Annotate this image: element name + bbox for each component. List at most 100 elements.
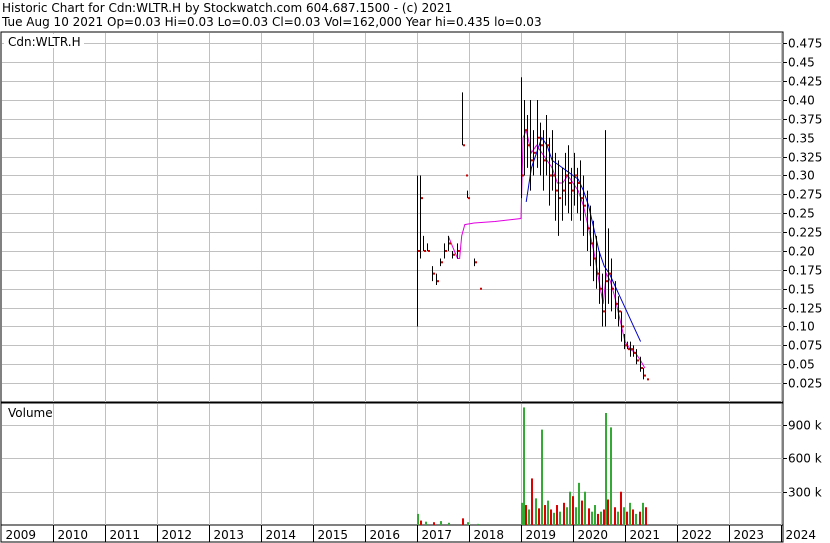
volume-bar (632, 509, 634, 525)
volume-bar (610, 427, 612, 525)
volume-bar (425, 521, 427, 525)
y-tick-label: 0.125 (788, 302, 822, 316)
volume-bar (440, 521, 442, 525)
y-tick-label: 0.45 (788, 56, 815, 70)
volume-y-tick-label: 600 k (788, 452, 822, 466)
price-close-mark (591, 242, 593, 245)
y-tick-label: 0.475 (788, 37, 822, 51)
y-tick-label: 0.40 (788, 94, 815, 108)
price-close-mark (437, 280, 439, 283)
x-tick-label: 2012 (162, 528, 193, 542)
volume-bar (420, 520, 422, 525)
price-close-mark (578, 182, 580, 185)
price-panel-frame (0, 31, 784, 403)
volume-bar (538, 508, 540, 525)
price-close-mark (525, 129, 527, 132)
price-close-mark (544, 159, 546, 162)
price-close-mark (594, 257, 596, 260)
price-close-mark (647, 378, 649, 381)
x-tick-label: 2011 (110, 528, 141, 542)
price-close-mark (468, 197, 470, 200)
y-tick-label: 0.175 (788, 264, 822, 278)
price-close-mark (449, 242, 451, 245)
price-close-mark (563, 189, 565, 192)
price-close-mark (547, 144, 549, 147)
price-close-mark (522, 174, 524, 177)
volume-panel-frame (0, 402, 784, 526)
x-tick-label: 2021 (630, 528, 661, 542)
volume-bar (541, 429, 543, 525)
price-close-mark (428, 249, 430, 252)
volume-bar (569, 491, 571, 525)
price-close-mark (538, 136, 540, 139)
volume-bar (617, 511, 619, 525)
y-tick-label: 0.30 (788, 169, 815, 183)
volume-bar (531, 478, 533, 525)
price-close-mark (418, 249, 420, 252)
price-panel-label: Cdn:WLTR.H (8, 35, 81, 49)
price-close-mark (421, 197, 423, 200)
price-close-mark (433, 272, 435, 275)
price-close-mark (559, 197, 561, 200)
price-close-mark (603, 310, 605, 313)
price-close-mark (581, 197, 583, 200)
volume-bar (467, 522, 469, 525)
price-close-mark (575, 174, 577, 177)
volume-bar (563, 502, 565, 525)
price-close-mark (634, 351, 636, 354)
volume-bar (550, 509, 552, 525)
price-close-mark (628, 348, 630, 351)
price-close-mark (424, 249, 426, 252)
price-close-mark (480, 287, 482, 290)
volume-bar (544, 505, 546, 525)
price-close-mark (622, 325, 624, 328)
volume-bar (594, 505, 596, 525)
price-close-mark (616, 302, 618, 305)
volume-y-tick-label: 900 k (788, 419, 822, 433)
volume-bar (607, 499, 609, 525)
chart-title: Historic Chart for Cdn:WLTR.H by Stockwa… (2, 1, 452, 15)
x-tick-label: 2013 (214, 528, 245, 542)
volume-bar (639, 511, 641, 525)
chart-canvas: Historic Chart for Cdn:WLTR.H by Stockwa… (0, 1, 822, 543)
volume-bar (614, 507, 616, 525)
price-close-mark (584, 204, 586, 207)
volume-bar (635, 513, 637, 525)
y-tick-label: 0.075 (788, 339, 822, 353)
price-close-mark (458, 249, 460, 252)
volume-bar (521, 502, 523, 525)
price-close-mark (625, 344, 627, 347)
x-tick-label: 2019 (526, 528, 557, 542)
volume-bar (597, 513, 599, 525)
x-tick-label: 2020 (578, 528, 609, 542)
y-tick-label: 0.425 (788, 75, 822, 89)
volume-bar (584, 491, 586, 525)
volume-y-tick-label: 300 k (788, 486, 822, 500)
price-close-mark (641, 367, 643, 370)
volume-bar (535, 498, 537, 525)
volume-bar (448, 522, 450, 525)
y-tick-label: 0.225 (788, 226, 822, 240)
volume-bar (581, 500, 583, 525)
y-tick-label: 0.375 (788, 113, 822, 127)
volume-bar (477, 523, 479, 525)
volume-bar (642, 502, 644, 525)
x-tick-label: 2016 (370, 528, 401, 542)
volume-bar (605, 412, 607, 525)
price-close-mark (463, 144, 465, 147)
volume-bar (433, 522, 435, 525)
price-close-mark (553, 174, 555, 177)
y-tick-label: 0.325 (788, 151, 822, 165)
y-tick-label: 0.15 (788, 283, 815, 297)
volume-bar (528, 509, 530, 525)
volume-bar (603, 509, 605, 525)
x-tick-label: 2014 (266, 528, 297, 542)
price-close-mark (556, 189, 558, 192)
volume-bar (600, 511, 602, 525)
stock-chart: Historic Chart for Cdn:WLTR.H by Stockwa… (0, 0, 830, 543)
x-tick-label: 2018 (474, 528, 505, 542)
price-close-mark (600, 287, 602, 290)
volume-bar (566, 507, 568, 525)
volume-bar (575, 507, 577, 525)
price-close-mark (644, 374, 646, 377)
